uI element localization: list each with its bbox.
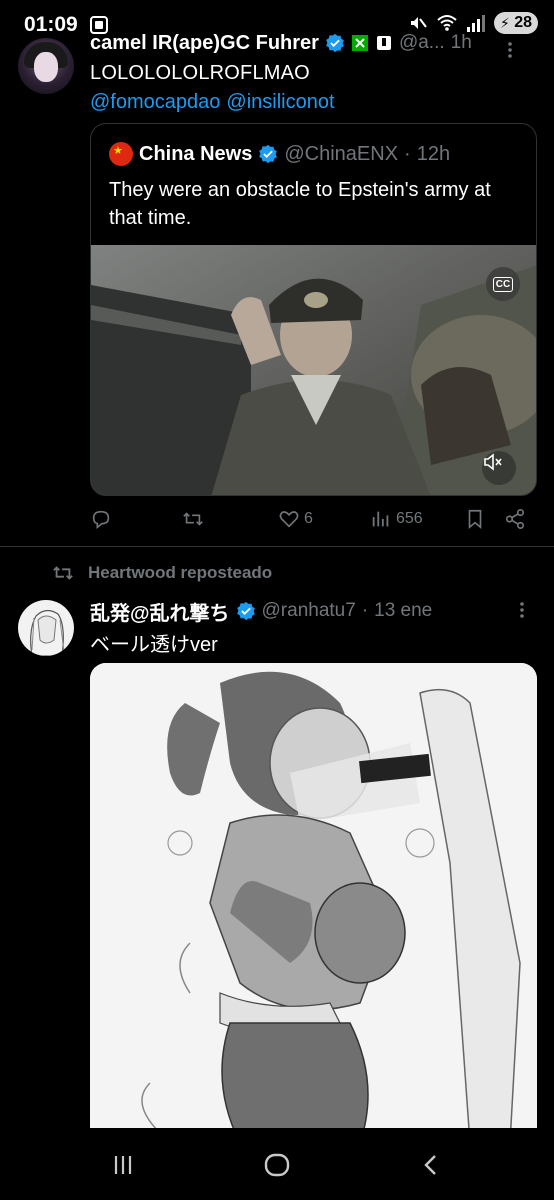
quoted-tweet-text: They were an obstacle to Epstein's army … [109, 179, 491, 229]
avatar[interactable] [18, 38, 74, 94]
tweet-mentions: @fomocapdao @insiliconot [90, 91, 335, 114]
mention-link[interactable]: @insiliconot [226, 91, 334, 114]
tweet-header: 乱発@乱れ撃ち @ranhatu7 · 13 ene [90, 597, 510, 626]
views-icon [372, 511, 389, 527]
home-icon [264, 1153, 290, 1177]
tweet-text: ベール透けver [90, 634, 218, 656]
system-nav-bar [0, 1128, 554, 1200]
quoted-tweet-header: China News @ChinaENX · 12h [109, 142, 450, 166]
share-icon [505, 509, 525, 529]
author-name[interactable]: 乱発@乱れ撃ち [90, 597, 230, 626]
verified-badge-icon [236, 601, 255, 621]
quoted-tweet[interactable]: China News @ChinaENX · 12h They were an … [90, 123, 537, 496]
reply-button[interactable] [90, 508, 112, 530]
avatar-illustration [30, 609, 65, 656]
tweet-header: camel IR(ape)GC Fuhrer @a... 1h [90, 30, 510, 56]
like-icon [279, 511, 299, 528]
views-button[interactable]: 656 [370, 508, 423, 530]
affiliate-badge-icon [351, 35, 368, 51]
battery-level: 28 [514, 14, 532, 31]
status-time: 01:09 [24, 13, 78, 36]
tweet-image[interactable] [90, 663, 537, 1143]
repost-icon [53, 566, 73, 580]
author-name[interactable]: camel IR(ape)GC Fuhrer [90, 32, 319, 55]
like-count: 6 [304, 510, 313, 527]
separator-dot: · [361, 600, 369, 621]
video-player[interactable]: CC [91, 245, 536, 495]
separator-dot: · [404, 142, 411, 165]
label-badge-icon [376, 36, 391, 50]
tweet-time: 1h [450, 32, 472, 53]
tweet-text: LOLOLOLOLROFLMAO [90, 62, 310, 84]
share-button[interactable] [504, 508, 526, 530]
repost-context[interactable]: Heartwood reposteado [52, 562, 272, 584]
bookmark-button[interactable] [464, 508, 486, 530]
tweet-actions: 6 656 [90, 508, 530, 536]
captions-button[interactable]: CC [486, 267, 520, 301]
volume-muted-icon [484, 453, 502, 471]
mention-link[interactable]: @fomocapdao [90, 91, 220, 114]
more-options-icon[interactable] [500, 40, 520, 60]
author-handle: @a... [398, 32, 445, 53]
reply-icon [92, 510, 110, 529]
avatar[interactable] [18, 600, 74, 656]
more-options-icon[interactable] [512, 600, 532, 620]
repost-icon [183, 512, 203, 526]
quoted-tweet-time: 12h [416, 142, 451, 165]
recents-button[interactable] [108, 1150, 138, 1180]
author-handle: @ranhatu7 [261, 600, 356, 621]
sketch-illustration [90, 663, 537, 1143]
verified-badge-icon [259, 144, 278, 164]
repost-button[interactable] [182, 508, 204, 530]
recents-icon [114, 1156, 132, 1174]
tweet-divider [0, 546, 554, 547]
quoted-author-name: China News [139, 142, 253, 165]
verified-badge-icon [326, 33, 344, 53]
views-count: 656 [396, 510, 423, 527]
like-button[interactable]: 6 [278, 508, 313, 530]
home-button[interactable] [262, 1150, 292, 1180]
bookmark-icon [468, 509, 482, 530]
video-frame [91, 245, 536, 495]
back-button[interactable] [416, 1150, 446, 1180]
volume-muted-button[interactable] [482, 451, 516, 485]
captions-icon: CC [492, 276, 514, 292]
tweet-time: 13 ene [374, 600, 433, 621]
repost-label: Heartwood reposteado [88, 563, 273, 582]
china-flag-avatar [109, 142, 133, 166]
back-icon [424, 1155, 436, 1175]
quoted-author-handle: @ChinaENX [284, 142, 399, 165]
